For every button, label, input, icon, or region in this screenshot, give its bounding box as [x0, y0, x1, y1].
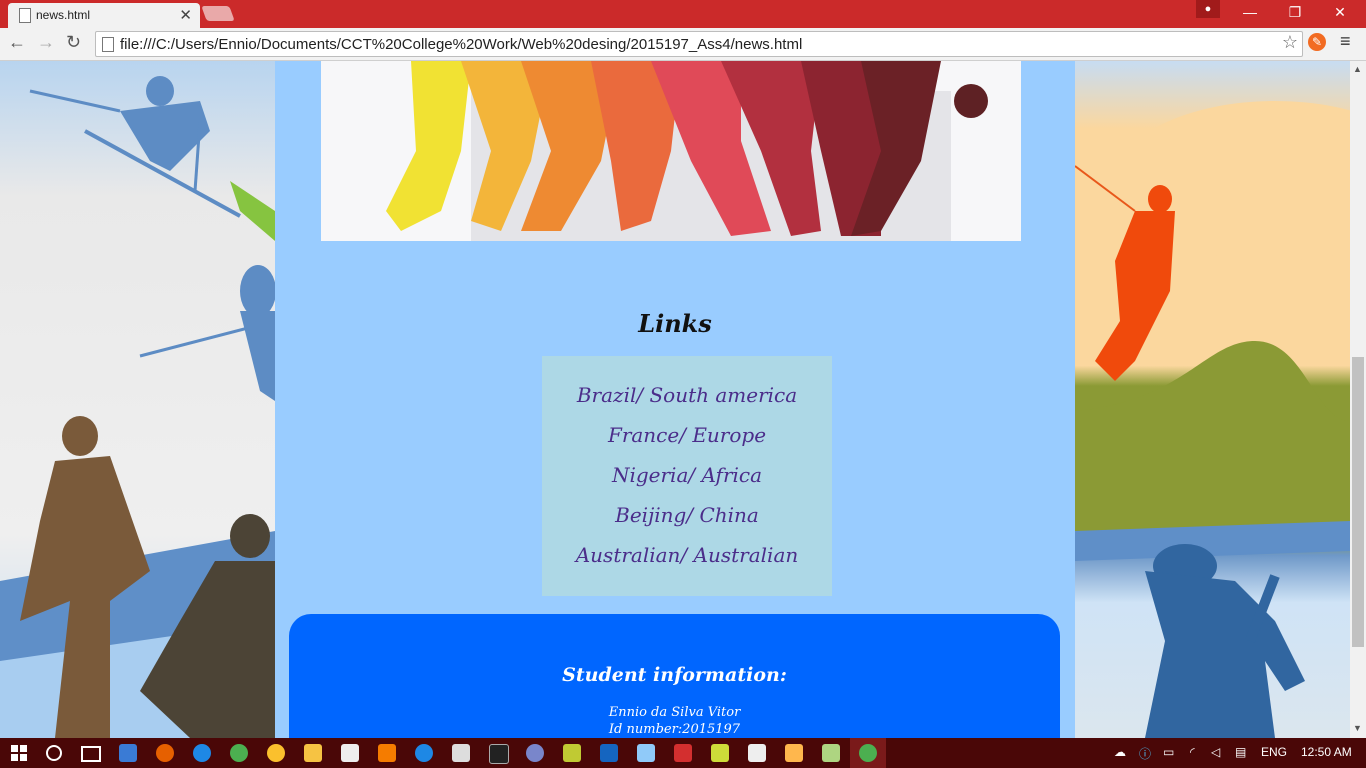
chrome-menu-icon[interactable]: ≡ — [1340, 31, 1351, 52]
chrome-icon[interactable] — [230, 744, 248, 762]
task-view-icon[interactable] — [81, 746, 101, 762]
link-nigeria[interactable]: Nigeria/ Africa — [542, 463, 832, 487]
edge-icon[interactable] — [193, 744, 211, 762]
firefox-icon[interactable] — [156, 744, 174, 762]
scroll-up-icon[interactable]: ▲ — [1353, 64, 1362, 74]
media-player-icon[interactable] — [378, 744, 396, 762]
wifi-icon[interactable]: ◜ — [1190, 745, 1195, 759]
link-france[interactable]: France/ Europe — [542, 423, 832, 447]
app-icon-plane[interactable] — [637, 744, 655, 762]
command-prompt-icon[interactable] — [489, 744, 509, 764]
app-icon-purple[interactable] — [526, 744, 544, 762]
back-icon[interactable]: ← — [8, 32, 26, 53]
reload-icon[interactable]: ↻ — [66, 32, 81, 53]
new-tab-button[interactable] — [201, 6, 235, 21]
app-icon-green[interactable] — [563, 744, 581, 762]
student-name: Ennio da Silva Vitor — [608, 705, 741, 720]
app-icon-blue[interactable] — [415, 744, 433, 762]
vertical-scrollbar[interactable]: ▲ ▼ — [1350, 61, 1366, 738]
app-icon-folders[interactable] — [822, 744, 840, 762]
pdf-reader-icon[interactable] — [674, 744, 692, 762]
browser-titlebar: news.html ✕ ● — ❐ ✕ — [0, 0, 1366, 28]
minimize-button[interactable]: — — [1228, 0, 1272, 24]
tab-title: news.html — [36, 8, 91, 22]
address-bar[interactable]: file:///C:/Users/Ennio/Documents/CCT%20C… — [95, 31, 1303, 57]
cloud-icon[interactable]: ☁ — [1114, 745, 1126, 759]
links-heading: Links — [638, 309, 712, 338]
student-id: Id number:2015197 — [608, 722, 741, 737]
page-icon — [19, 8, 31, 23]
page-icon — [102, 37, 114, 52]
info-icon[interactable]: ⓘ — [1139, 745, 1151, 762]
links-list: Brazil/ South america France/ Europe Nig… — [542, 356, 832, 596]
link-beijing[interactable]: Beijing/ China — [542, 503, 832, 527]
store-icon[interactable] — [341, 744, 359, 762]
extension-icon[interactable]: ✎ — [1308, 33, 1326, 51]
scroll-thumb[interactable] — [1352, 357, 1364, 647]
windows-start-icon[interactable] — [11, 745, 27, 761]
restore-button[interactable]: ❐ — [1273, 0, 1317, 24]
paint-icon[interactable] — [785, 744, 803, 762]
browser-tab[interactable]: news.html ✕ — [8, 3, 200, 28]
close-window-button[interactable]: ✕ — [1318, 0, 1362, 24]
left-background-image — [0, 61, 275, 738]
app-icon-yellow[interactable] — [267, 744, 285, 762]
scroll-down-icon[interactable]: ▼ — [1353, 723, 1362, 733]
forward-icon[interactable]: → — [37, 32, 55, 53]
app-icon-arrow[interactable] — [748, 744, 766, 762]
tab-close-icon[interactable]: ✕ — [179, 6, 192, 24]
app-icon-control-panel[interactable] — [119, 744, 137, 762]
main-content: Links Brazil/ South america France/ Euro… — [275, 61, 1075, 738]
link-australia[interactable]: Australian/ Australian — [542, 543, 832, 567]
file-explorer-icon[interactable] — [304, 744, 322, 762]
volume-icon[interactable]: ◁ — [1211, 745, 1220, 759]
student-info-heading: Student information: — [562, 664, 787, 686]
cortana-icon[interactable] — [46, 745, 62, 761]
right-background-image — [1075, 61, 1350, 738]
notification-icon[interactable]: ▤ — [1235, 745, 1246, 759]
chrome-icon — [859, 744, 877, 762]
calculator-icon[interactable] — [452, 744, 470, 762]
bookmark-star-icon[interactable]: ☆ — [1282, 32, 1298, 53]
clock[interactable]: 12:50 AM — [1301, 745, 1352, 759]
user-profile-icon[interactable]: ● — [1196, 0, 1220, 18]
link-brazil[interactable]: Brazil/ South america — [542, 383, 832, 407]
windows-taskbar: ☁ ⓘ ▭ ◜ ◁ ▤ ENG 12:50 AM — [0, 738, 1366, 768]
page-viewport: Links Brazil/ South america France/ Euro… — [0, 61, 1350, 738]
app-icon-sail[interactable] — [600, 744, 618, 762]
notepad-icon[interactable] — [711, 744, 729, 762]
browser-toolbar: ← → ↻ file:///C:/Users/Ennio/Documents/C… — [0, 28, 1366, 61]
sports-banner-image — [321, 61, 1021, 241]
active-chrome-window[interactable] — [850, 738, 886, 768]
language-indicator[interactable]: ENG — [1261, 745, 1287, 759]
student-info-footer: Student information: Ennio da Silva Vito… — [289, 614, 1060, 738]
url-text[interactable]: file:///C:/Users/Ennio/Documents/CCT%20C… — [120, 36, 802, 53]
battery-icon[interactable]: ▭ — [1163, 745, 1174, 759]
